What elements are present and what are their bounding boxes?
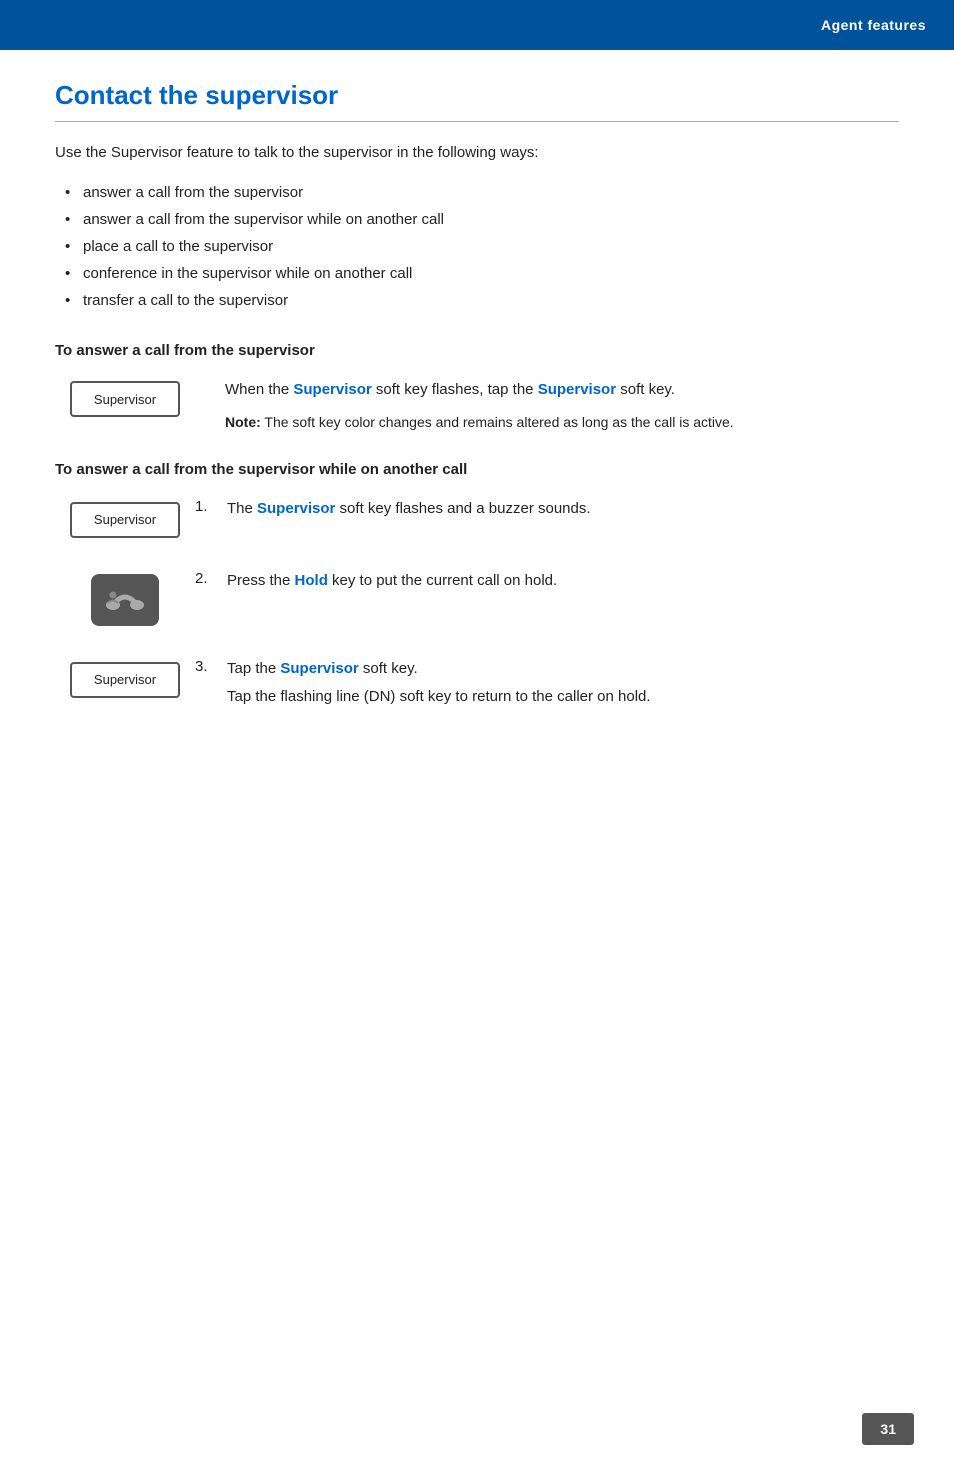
section1-step: Supervisor When the Supervisor soft key … (55, 379, 899, 433)
section1-icon-wrap: Supervisor (55, 379, 195, 417)
supervisor-softkey-2[interactable]: Supervisor (70, 502, 180, 538)
note-text: The soft key color changes and remains a… (261, 414, 734, 430)
list-item: answer a call from the supervisor while … (55, 206, 899, 233)
section1-desc-bold2: Supervisor (538, 381, 616, 398)
step2-desc-bold1: Hold (295, 572, 328, 589)
hold-key-icon (91, 574, 159, 626)
section1-desc-bold1: Supervisor (293, 381, 371, 398)
list-item: transfer a call to the supervisor (55, 287, 899, 314)
step1-desc-bold1: Supervisor (257, 500, 335, 517)
note-bold: Note: (225, 414, 261, 430)
section2-step2: 2. Press the Hold key to put the current… (55, 570, 899, 626)
header-bar: Agent features (0, 0, 954, 50)
step2-desc: Press the Hold key to put the current ca… (227, 570, 899, 593)
step3-desc-part2: soft key. (359, 660, 418, 677)
main-content: Contact the supervisor Use the Superviso… (0, 50, 954, 821)
step2-desc-part2: key to put the current call on hold. (328, 572, 557, 589)
step3-icon-wrap: Supervisor (55, 658, 195, 698)
section2-step1: Supervisor 1. The Supervisor soft key fl… (55, 498, 899, 538)
list-item: answer a call from the supervisor (55, 179, 899, 206)
section1-desc-part1: When the (225, 381, 293, 398)
section1-description: When the Supervisor soft key flashes, ta… (225, 379, 899, 433)
step1-content: 1. The Supervisor soft key flashes and a… (195, 498, 899, 521)
list-item: conference in the supervisor while on an… (55, 260, 899, 287)
intro-text: Use the Supervisor feature to talk to th… (55, 144, 899, 161)
section2-heading: To answer a call from the supervisor whi… (55, 461, 899, 478)
step1-desc-part1: The (227, 500, 257, 517)
hold-svg (103, 585, 147, 615)
page-heading: Contact the supervisor (55, 80, 899, 111)
section1-desc-part2: soft key flashes, tap the (372, 381, 538, 398)
heading-rule (55, 121, 899, 122)
step2-desc-part1: Press the (227, 572, 295, 589)
section1-desc-part3: soft key. (616, 381, 675, 398)
step3-num: 3. (195, 658, 217, 675)
step2-content: 2. Press the Hold key to put the current… (195, 570, 899, 593)
step1-num: 1. (195, 498, 217, 515)
step3-sub-text: Tap the flashing line (DN) soft key to r… (227, 686, 899, 709)
footer: 31 (862, 1413, 914, 1445)
step3-desc-part1: Tap the (227, 660, 280, 677)
section1-note: Note: The soft key color changes and rem… (225, 412, 899, 433)
section2-step3: Supervisor 3. Tap the Supervisor soft ke… (55, 658, 899, 709)
step3-desc: Tap the Supervisor soft key. Tap the fla… (227, 658, 899, 709)
step3-desc-bold1: Supervisor (280, 660, 358, 677)
supervisor-softkey-1[interactable]: Supervisor (70, 381, 180, 417)
section1-heading: To answer a call from the supervisor (55, 342, 899, 359)
header-title: Agent features (821, 17, 926, 33)
step1-desc-part2: soft key flashes and a buzzer sounds. (335, 500, 590, 517)
list-item: place a call to the supervisor (55, 233, 899, 260)
step3-content: 3. Tap the Supervisor soft key. Tap the … (195, 658, 899, 709)
step1-desc: The Supervisor soft key flashes and a bu… (227, 498, 899, 521)
supervisor-softkey-3[interactable]: Supervisor (70, 662, 180, 698)
step2-icon-wrap (55, 570, 195, 626)
step1-icon-wrap: Supervisor (55, 498, 195, 538)
step2-num: 2. (195, 570, 217, 587)
bullet-list: answer a call from the supervisor answer… (55, 179, 899, 314)
page-number: 31 (862, 1413, 914, 1445)
